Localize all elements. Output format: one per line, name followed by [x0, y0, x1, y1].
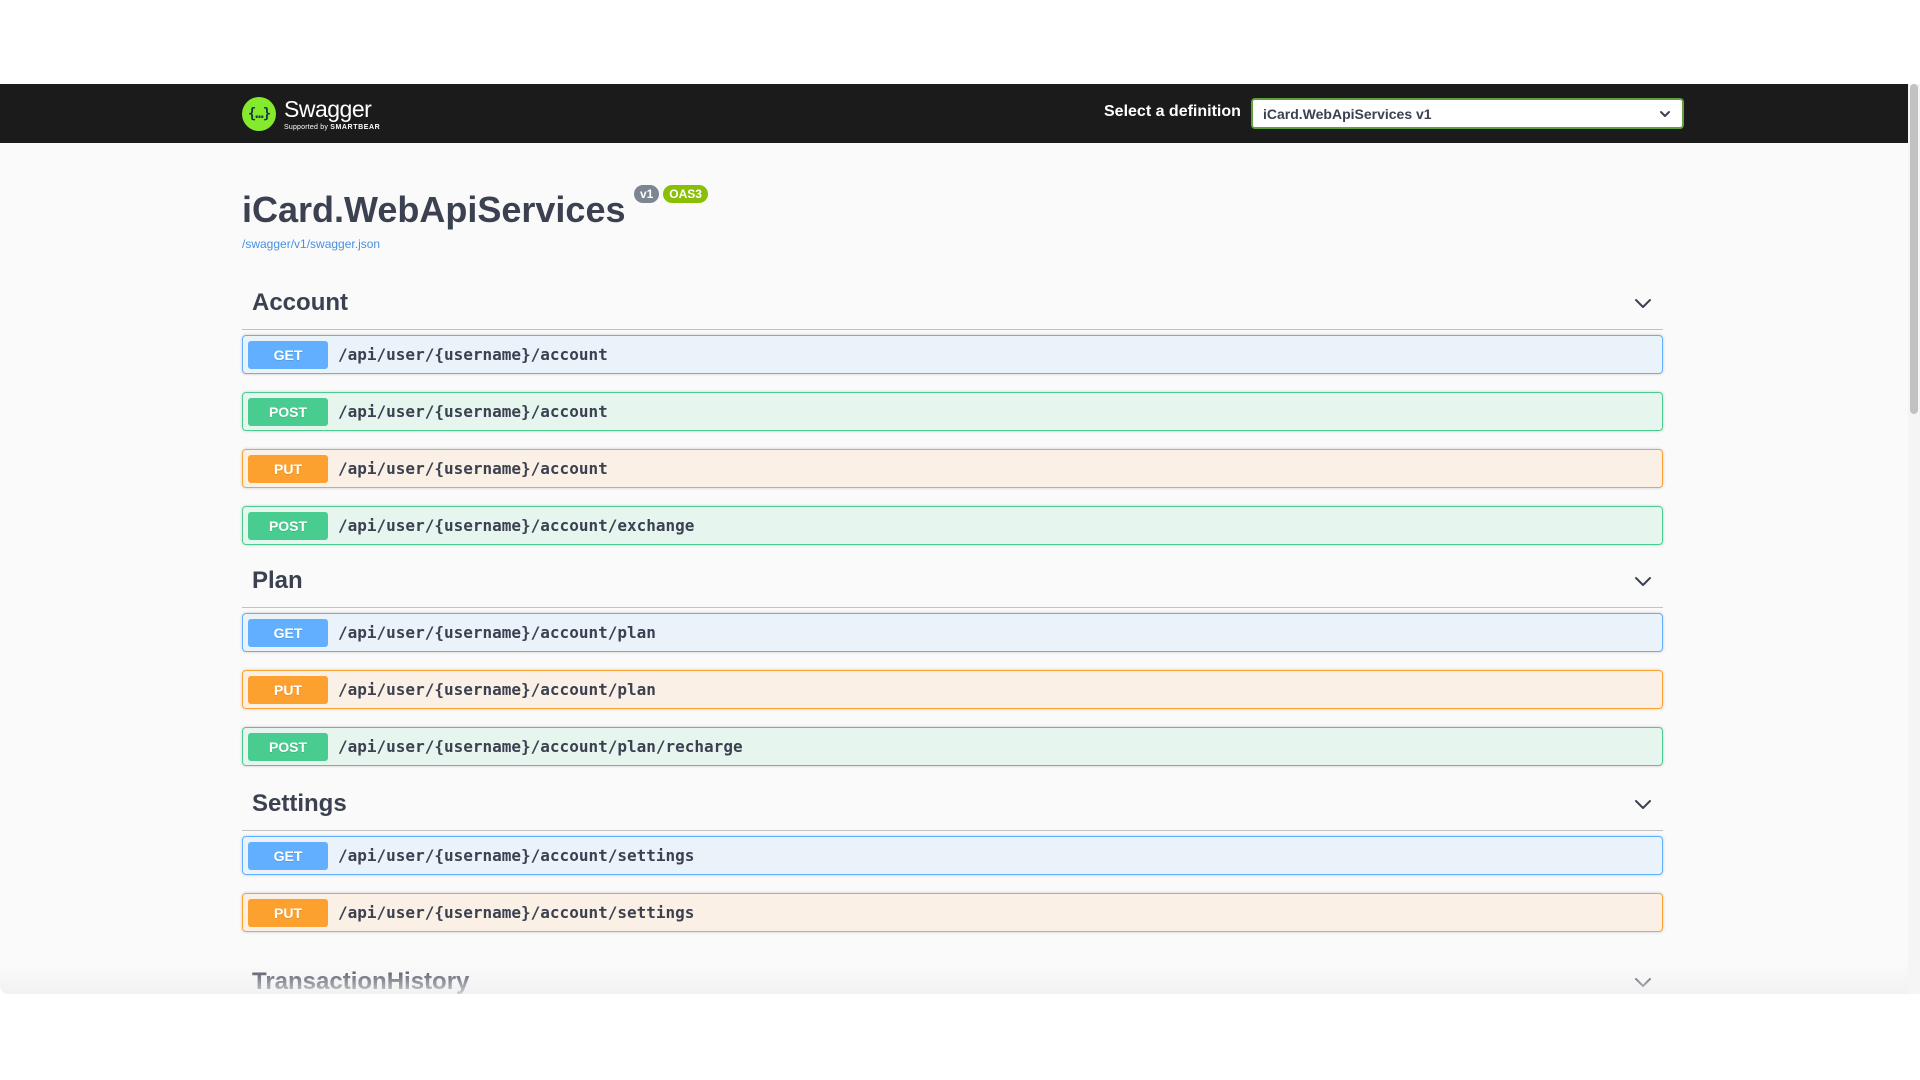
operation-row[interactable]: POST/api/user/{username}/account/plan/re… [242, 727, 1663, 766]
oas-badge: OAS3 [663, 185, 708, 203]
definition-select[interactable]: iCard.WebApiServices v1 [1251, 98, 1684, 129]
definition-select-value: iCard.WebApiServices v1 [1263, 105, 1432, 122]
operation-row[interactable]: PUT/api/user/{username}/account [242, 449, 1663, 488]
chevron-down-icon[interactable] [1633, 293, 1653, 313]
tag-header-settings[interactable]: Settings [242, 778, 1663, 831]
swagger-logo[interactable]: {…} Swagger Supported by SMARTBEAR [242, 92, 380, 136]
logo-name: Swagger [284, 95, 372, 122]
page-title: iCard.WebApiServices [242, 189, 626, 230]
operation-row[interactable]: GET/api/user/{username}/account [242, 335, 1663, 374]
scrollbar-thumb[interactable] [1910, 84, 1918, 414]
method-badge: POST [248, 511, 328, 540]
operation-path: /api/user/{username}/account/plan/rechar… [338, 737, 743, 756]
operation-row[interactable]: POST/api/user/{username}/account/exchang… [242, 506, 1663, 545]
spec-json-link[interactable]: /swagger/v1/swagger.json [242, 237, 380, 251]
chevron-down-icon [1658, 107, 1672, 121]
scrollbar[interactable] [1908, 84, 1920, 994]
method-badge: PUT [248, 898, 328, 927]
method-badge: GET [248, 340, 328, 369]
version-badge: v1 [633, 185, 660, 203]
method-badge: GET [248, 618, 328, 647]
operation-path: /api/user/{username}/account/settings [338, 903, 695, 922]
operation-path: /api/user/{username}/account [338, 345, 608, 364]
tag-header-plan[interactable]: Plan [242, 555, 1663, 608]
operation-path: /api/user/{username}/account/settings [338, 846, 695, 865]
operation-row[interactable]: PUT/api/user/{username}/account/plan [242, 670, 1663, 709]
topbar: {…} Swagger Supported by SMARTBEAR Selec… [0, 84, 1908, 143]
method-badge: GET [248, 841, 328, 870]
method-badge: POST [248, 397, 328, 426]
tag-name: Account [252, 289, 348, 316]
operation-path: /api/user/{username}/account/plan [338, 623, 656, 642]
method-badge: POST [248, 732, 328, 761]
chevron-down-icon[interactable] [1633, 794, 1653, 814]
tag-section-plan: Plan GET/api/user/{username}/account/plan… [242, 555, 1663, 766]
logo-text: Swagger Supported by SMARTBEAR [284, 95, 380, 131]
operation-path: /api/user/{username}/account/plan [338, 680, 656, 699]
tag-header-transactionhistory[interactable]: TransactionHistory [242, 956, 1663, 994]
operation-path: /api/user/{username}/account/exchange [338, 516, 695, 535]
swagger-logo-icon: {…} [242, 97, 276, 131]
operation-path: /api/user/{username}/account [338, 459, 608, 478]
logo-subtitle: Supported by SMARTBEAR [284, 124, 380, 131]
tag-section-account: Account GET/api/user/{username}/account PO… [242, 277, 1663, 545]
logo-sub-prefix: Supported by [284, 123, 329, 131]
operation-row[interactable]: GET/api/user/{username}/account/settings [242, 836, 1663, 875]
operation-path: /api/user/{username}/account [338, 402, 608, 421]
method-badge: PUT [248, 675, 328, 704]
swagger-ui-page: {…} Swagger Supported by SMARTBEAR Selec… [0, 84, 1908, 994]
tag-name: Plan [252, 567, 303, 594]
tag-name: Settings [252, 790, 347, 817]
tag-section-transactionhistory: TransactionHistory [242, 956, 1663, 994]
operation-row[interactable]: POST/api/user/{username}/account [242, 392, 1663, 431]
logo-sub-brand: SMARTBEAR [330, 123, 381, 131]
tag-section-settings: Settings GET/api/user/{username}/account/… [242, 778, 1663, 932]
operation-row[interactable]: GET/api/user/{username}/account/plan [242, 613, 1663, 652]
operation-row[interactable]: PUT/api/user/{username}/account/settings [242, 893, 1663, 932]
tag-header-account[interactable]: Account [242, 277, 1663, 330]
definition-label: Select a definition [1104, 103, 1241, 120]
tag-name: TransactionHistory [252, 968, 470, 994]
chevron-down-icon[interactable] [1633, 972, 1653, 992]
api-info: iCard.WebApiServices v1 OAS3 [242, 185, 708, 231]
method-badge: PUT [248, 454, 328, 483]
chevron-down-icon[interactable] [1633, 571, 1653, 591]
